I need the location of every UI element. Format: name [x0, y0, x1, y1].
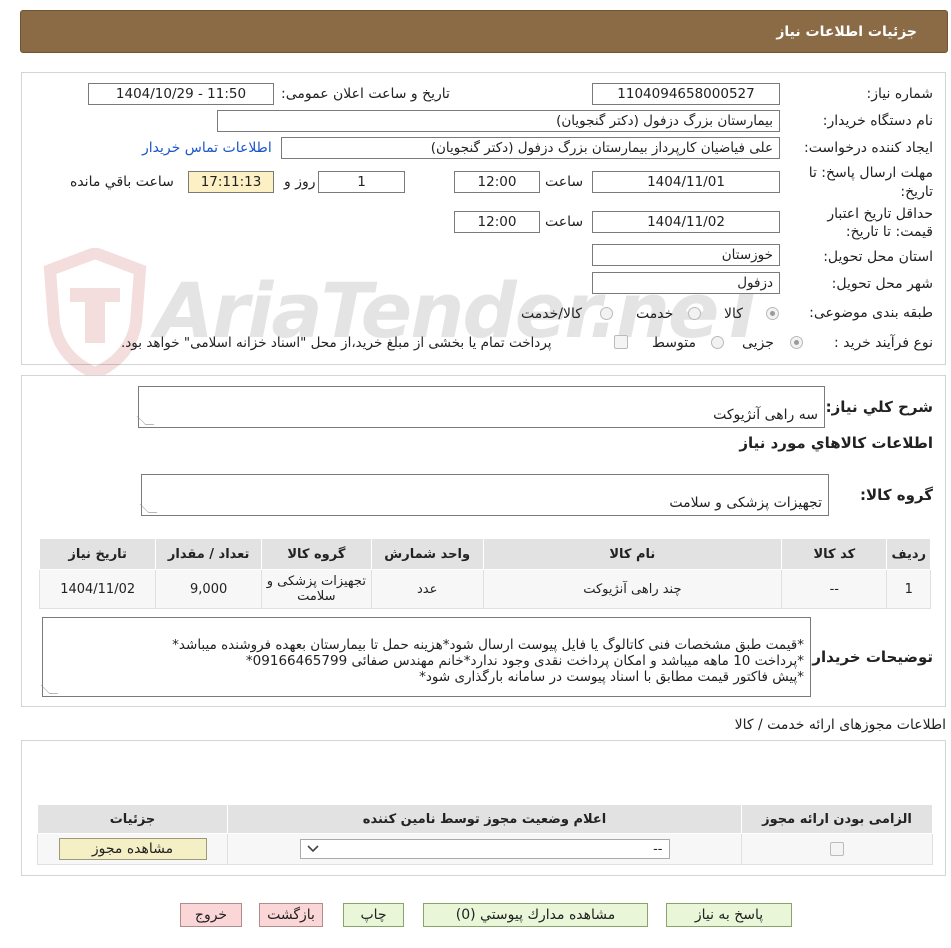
buyer-org-field: بیمارستان بزرگ دزفول (دکتر گنجویان) [217, 110, 780, 132]
permits-table: الزامی بودن ارائه مجوز اعلام وضعیت مجوز … [37, 804, 933, 865]
validity-label-line2: قیمت: تا تاریخ: [845, 224, 933, 240]
payment-note: پرداخت تمام یا بخشی از مبلغ خرید،از محل … [121, 335, 552, 351]
col-permit-details: جزئیات [37, 804, 228, 834]
days-label: روز و [284, 174, 316, 190]
cell-row-number: 1 [886, 569, 931, 609]
chevron-down-icon [306, 845, 319, 853]
cell-permit-status: -- [227, 833, 742, 865]
deadline-time-field: 12:00 [454, 171, 540, 193]
page-title: جزئیات اطلاعات نیاز [776, 23, 917, 40]
attachments-button[interactable]: مشاهده مدارك پيوستي (0) [423, 903, 648, 927]
table-row: 1 -- چند راهی آنژیوکت عدد تجهیزات پزشکی … [38, 569, 931, 609]
resize-grip-icon[interactable] [139, 504, 158, 513]
col-unit: واحد شمارش [370, 538, 484, 570]
process-label: نوع فرآیند خرید : [834, 335, 933, 351]
announce-field: 1404/10/29 - 11:50 [88, 83, 274, 105]
col-group: گروه کالا [260, 538, 372, 570]
resize-grip-icon[interactable] [136, 416, 155, 425]
city-field: دزفول [592, 272, 780, 294]
col-item-name: نام کالا [482, 538, 783, 570]
validity-time-label: ساعت [545, 214, 584, 230]
summary-field[interactable]: سه راهی آنژیوکت [136, 386, 825, 428]
buyer-notes-text: *قیمت طبق مشخصات فنی کاتالوگ یا فایل پیو… [172, 637, 804, 685]
category-radio-goods-service[interactable] [600, 307, 613, 320]
buyer-notes-label: توضیحات خریدار: [806, 648, 933, 666]
province-field: خوزستان [592, 244, 780, 266]
deadline-label-line1: مهلت ارسال پاسخ: تا [808, 165, 933, 181]
cell-group: تجهیزات پزشکی و سلامت [260, 569, 372, 609]
treasury-payment-checkbox[interactable] [614, 335, 628, 349]
table-row: -- مشاهده مجوز [37, 833, 933, 865]
page-header: جزئیات اطلاعات نیاز [20, 10, 948, 53]
buyer-org-label: نام دستگاه خریدار: [822, 113, 933, 129]
need-number-label: شماره نیاز: [866, 86, 934, 102]
view-permit-button[interactable]: مشاهده مجوز [58, 838, 207, 860]
validity-time-field: 12:00 [454, 211, 540, 233]
permit-status-select[interactable]: -- [299, 839, 670, 859]
permits-table-header: الزامی بودن ارائه مجوز اعلام وضعیت مجوز … [37, 804, 933, 834]
category-radio-goods[interactable] [766, 307, 779, 320]
deadline-label: مهلت ارسال پاسخ: تا تاریخ: [809, 164, 933, 202]
province-label: استان محل تحویل: [823, 249, 933, 265]
validity-label: حداقل تاریخ اعتبار قیمت: تا تاریخ: [827, 205, 933, 241]
process-option-medium: متوسط [652, 335, 696, 351]
need-number-field: 1104094658000527 [592, 83, 780, 105]
cell-need-date: 1404/11/02 [38, 569, 157, 609]
summary-text: سه راهی آنژیوکت [713, 407, 818, 423]
back-button[interactable]: بازگشت [259, 903, 323, 927]
creator-label: ایجاد کننده درخواست: [804, 140, 933, 156]
cell-item-code: -- [781, 569, 888, 609]
col-permit-required: الزامی بودن ارائه مجوز [741, 804, 933, 834]
resize-grip-icon[interactable] [40, 685, 59, 694]
process-option-minor: جزیی [742, 335, 774, 351]
city-label: شهر محل تحویل: [831, 276, 933, 292]
col-permit-status: اعلام وضعیت مجوز توسط نامین کننده [227, 804, 742, 834]
deadline-label-line2: تاریخ: [900, 184, 933, 200]
category-option-goods: کالا [724, 306, 743, 322]
cell-permit-details: مشاهده مجوز [37, 833, 228, 865]
cell-unit: عدد [370, 569, 484, 609]
remaining-label: ساعت باقي مانده [70, 174, 174, 190]
validity-label-line1: حداقل تاریخ اعتبار [827, 206, 933, 222]
category-radio-service[interactable] [688, 307, 701, 320]
deadline-date-field: 1404/11/01 [592, 171, 780, 193]
goods-group-field[interactable]: تجهیزات پزشکی و سلامت [139, 474, 829, 516]
summary-label: شرح کلي نياز: [825, 398, 933, 416]
buyer-notes-field[interactable]: *قیمت طبق مشخصات فنی کاتالوگ یا فایل پیو… [40, 617, 811, 697]
validity-date-field: 1404/11/02 [592, 211, 780, 233]
remaining-time-field: 17:11:13 [188, 171, 274, 193]
days-field: 1 [318, 171, 405, 193]
goods-table: رديف کد کالا نام کالا واحد شمارش گروه کا… [38, 538, 931, 609]
permit-status-value: -- [653, 841, 663, 857]
cell-permit-required [741, 833, 933, 865]
deadline-time-label: ساعت [545, 174, 584, 190]
respond-button[interactable]: پاسخ به نياز [666, 903, 792, 927]
cell-item-name: چند راهی آنژیوکت [482, 569, 783, 609]
col-item-code: کد کالا [781, 538, 888, 570]
permits-title: اطلاعات مجوزهای ارائه خدمت / کالا [734, 717, 946, 733]
process-radio-minor[interactable] [790, 336, 803, 349]
category-option-goods-service: کالا/خدمت [521, 306, 582, 322]
permit-required-checkbox [830, 842, 844, 856]
goods-info-title: اطلاعات کالاهاي مورد نياز [739, 434, 933, 452]
announce-label: تاریخ و ساعت اعلان عمومی: [281, 86, 450, 102]
process-radio-medium[interactable] [711, 336, 724, 349]
exit-button[interactable]: خروج [180, 903, 242, 927]
goods-group-text: تجهیزات پزشکی و سلامت [669, 495, 822, 511]
goods-table-header: رديف کد کالا نام کالا واحد شمارش گروه کا… [38, 538, 931, 570]
category-option-service: خدمت [636, 306, 674, 322]
cell-quantity: 9,000 [155, 569, 262, 609]
goods-group-label: گروه کالا: [860, 486, 933, 504]
print-button[interactable]: چاپ [343, 903, 404, 927]
col-row-number: رديف [886, 538, 931, 570]
creator-field: علی فیاضیان کارپرداز بیمارستان بزرگ دزفو… [281, 137, 780, 159]
col-need-date: تاريخ نياز [38, 538, 157, 570]
buyer-contact-link[interactable]: اطلاعات تماس خریدار [142, 140, 272, 156]
category-label: طبقه بندی موضوعی: [809, 305, 933, 321]
col-quantity: تعداد / مقدار [155, 538, 262, 570]
